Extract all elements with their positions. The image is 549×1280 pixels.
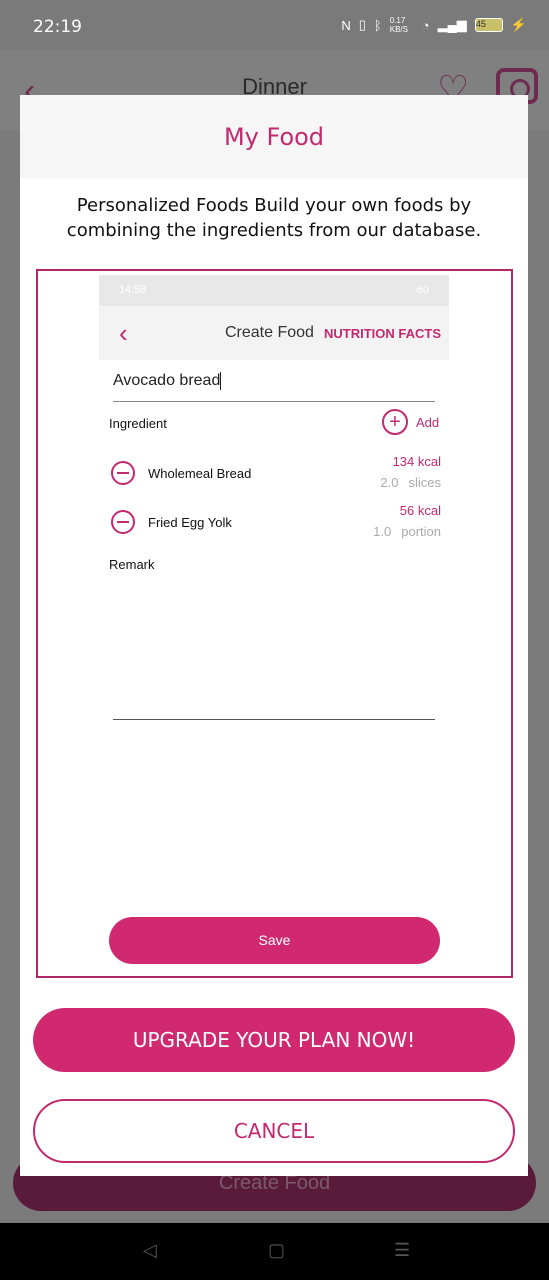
preview-add-label: Add [416, 414, 440, 430]
system-nav-bar: ◁ ▢ ☰ [0, 1223, 549, 1280]
status-time: 22:19 [33, 17, 82, 37]
ingredient-amount: 1.0 [373, 524, 392, 539]
preview-status-battery: 60 [416, 284, 429, 296]
preview-toolbar: ‹ Create Food NUTRITION FACTS [99, 306, 449, 360]
status-bar: 22:19 N ▯ ᛒ 0.17 KB/S ◔ ▂▄▆ 45 ⚡ [0, 0, 549, 50]
dialog-header: My Food [20, 95, 528, 178]
bluetooth-icon: ᛒ [373, 17, 382, 33]
preview-food-name-field: Avocado bread [113, 372, 435, 402]
home-nav-icon[interactable]: ▢ [268, 1240, 285, 1261]
dialog-title: My Food [223, 123, 325, 151]
preview-ingredient-row: Fried Egg Yolk 56 kcal 1.0 portion [109, 500, 441, 544]
plus-circle-icon: + [382, 409, 408, 435]
ingredient-unit: portion [401, 524, 441, 539]
preview-back-icon: ‹ [119, 318, 128, 348]
preview-ingredient-label: Ingredient [109, 416, 167, 431]
preview-remark-underline [113, 719, 435, 720]
text-caret [220, 372, 222, 390]
nfc-icon: N [341, 17, 351, 33]
cancel-button[interactable]: CANCEL [33, 1099, 515, 1163]
ingredient-name: Fried Egg Yolk [148, 515, 232, 530]
net-speed: 0.17 KB/S [389, 16, 408, 34]
status-icons: N ▯ ᛒ 0.17 KB/S ◔ ▂▄▆ 45 ⚡ [341, 16, 527, 34]
menu-nav-icon[interactable]: ☰ [394, 1240, 410, 1261]
preview-food-name: Avocado bread [113, 372, 221, 390]
wifi-icon: ◔ [421, 17, 430, 33]
signal-icon: ▂▄▆ [437, 17, 467, 32]
preview-remark-label: Remark [109, 557, 155, 572]
ingredient-quantity: 1.0 portion [373, 524, 441, 539]
preview-status-time: 14:58 [119, 284, 147, 296]
minus-circle-icon [111, 461, 135, 485]
preview-save-button: Save [109, 917, 440, 964]
preview-ingredient-row: Wholemeal Bread 134 kcal 2.0 slices [109, 451, 441, 495]
dialog-description: Personalized Foods Build your own foods … [66, 195, 482, 241]
preview-toolbar-title: Create Food [225, 324, 314, 341]
ingredient-amount: 2.0 [380, 475, 399, 490]
feature-preview-image: 14:58 60 ‹ Create Food NUTRITION FACTS A… [36, 269, 513, 978]
preview-add-button: + Add [382, 409, 439, 435]
vibrate-icon: ▯ [358, 17, 366, 32]
ingredient-name: Wholemeal Bread [148, 466, 252, 481]
ingredient-quantity: 2.0 slices [380, 475, 441, 490]
preview-nutrition-facts: NUTRITION FACTS [324, 326, 441, 341]
ingredient-kcal: 134 kcal [392, 454, 441, 469]
preview-status-bar: 14:58 60 [99, 275, 449, 306]
upgrade-plan-button[interactable]: UPGRADE YOUR PLAN NOW! [33, 1008, 515, 1072]
charging-icon: ⚡ [510, 17, 527, 32]
back-nav-icon[interactable]: ◁ [143, 1240, 157, 1261]
ingredient-unit: slices [408, 475, 441, 490]
battery-icon: 45 [474, 18, 503, 32]
ingredient-kcal: 56 kcal [399, 503, 441, 518]
my-food-dialog: My Food Personalized Foods Build your ow… [20, 95, 528, 1176]
minus-circle-icon [111, 510, 135, 534]
